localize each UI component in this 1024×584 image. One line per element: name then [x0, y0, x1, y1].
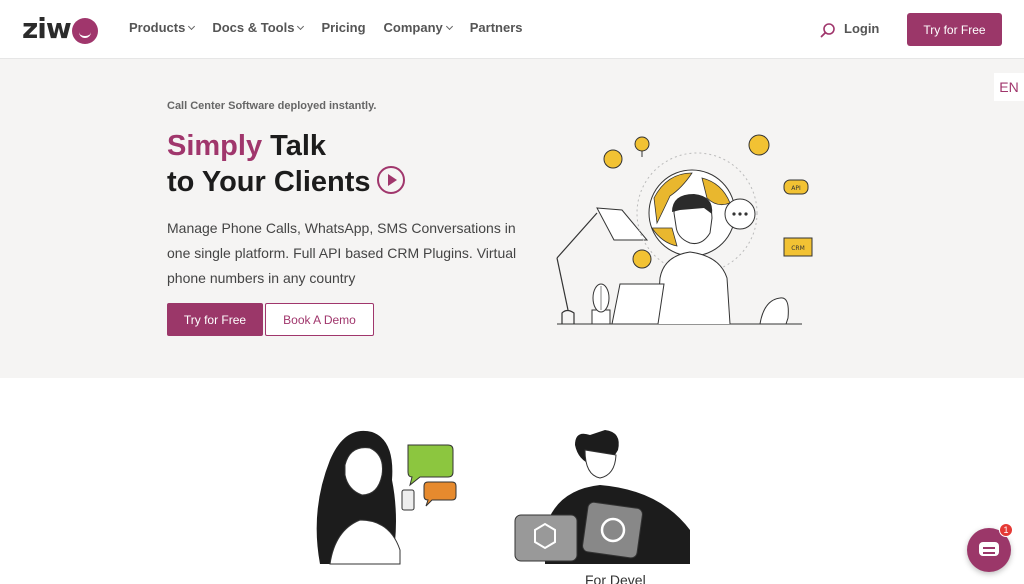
- login-link[interactable]: Login: [844, 21, 879, 36]
- nav-item-label: Products: [129, 20, 186, 35]
- top-header: ziw Products Docs & Tools Pricing Compan…: [0, 0, 1024, 59]
- chevron-down-icon: [297, 22, 305, 31]
- nav-item-pricing[interactable]: Pricing: [321, 20, 365, 35]
- hero-tagline: Call Center Software deployed instantly.: [167, 100, 377, 112]
- nav-item-docs-tools[interactable]: Docs & Tools: [212, 20, 305, 35]
- hero-illustration: API CRM: [556, 134, 813, 325]
- nav-item-label: Partners: [469, 20, 523, 35]
- lower-illustrations: [316, 430, 690, 565]
- nav-item-label: Docs & Tools: [212, 20, 295, 35]
- chevron-down-icon: [445, 22, 453, 31]
- main-nav: Products Docs & Tools Pricing Company Pa…: [129, 20, 541, 35]
- nav-item-label: Pricing: [321, 20, 366, 35]
- headline-line2: to Your Clients: [167, 166, 371, 198]
- book-demo-button[interactable]: Book A Demo: [265, 303, 374, 336]
- nav-item-products[interactable]: Products: [129, 20, 196, 35]
- nav-item-label: Company: [383, 20, 443, 35]
- play-icon[interactable]: [376, 166, 405, 195]
- ziwo-logo[interactable]: ziw: [22, 12, 98, 46]
- logo-text: ziw: [22, 12, 72, 45]
- try-for-free-header-button[interactable]: Try for Free: [907, 13, 1002, 46]
- language-switcher[interactable]: EN: [994, 73, 1024, 101]
- crm-label: CRM: [791, 245, 805, 252]
- developers-heading: For Devel: [585, 572, 646, 584]
- chevron-down-icon: [188, 22, 196, 31]
- api-label: API: [791, 185, 801, 192]
- logo-bubble-icon: [71, 18, 98, 44]
- headline-accent: Simply: [167, 130, 263, 162]
- search-icon[interactable]: [820, 22, 836, 38]
- hero-description: Manage Phone Calls, WhatsApp, SMS Conver…: [167, 220, 517, 286]
- nav-item-partners[interactable]: Partners: [470, 20, 523, 35]
- chat-notification-badge: 1: [999, 523, 1013, 537]
- hero-headline: Simply Talk to Your Clients: [167, 128, 405, 200]
- nav-item-company[interactable]: Company: [383, 20, 453, 35]
- headline-part: Talk: [262, 130, 327, 162]
- try-for-free-button[interactable]: Try for Free: [167, 303, 263, 336]
